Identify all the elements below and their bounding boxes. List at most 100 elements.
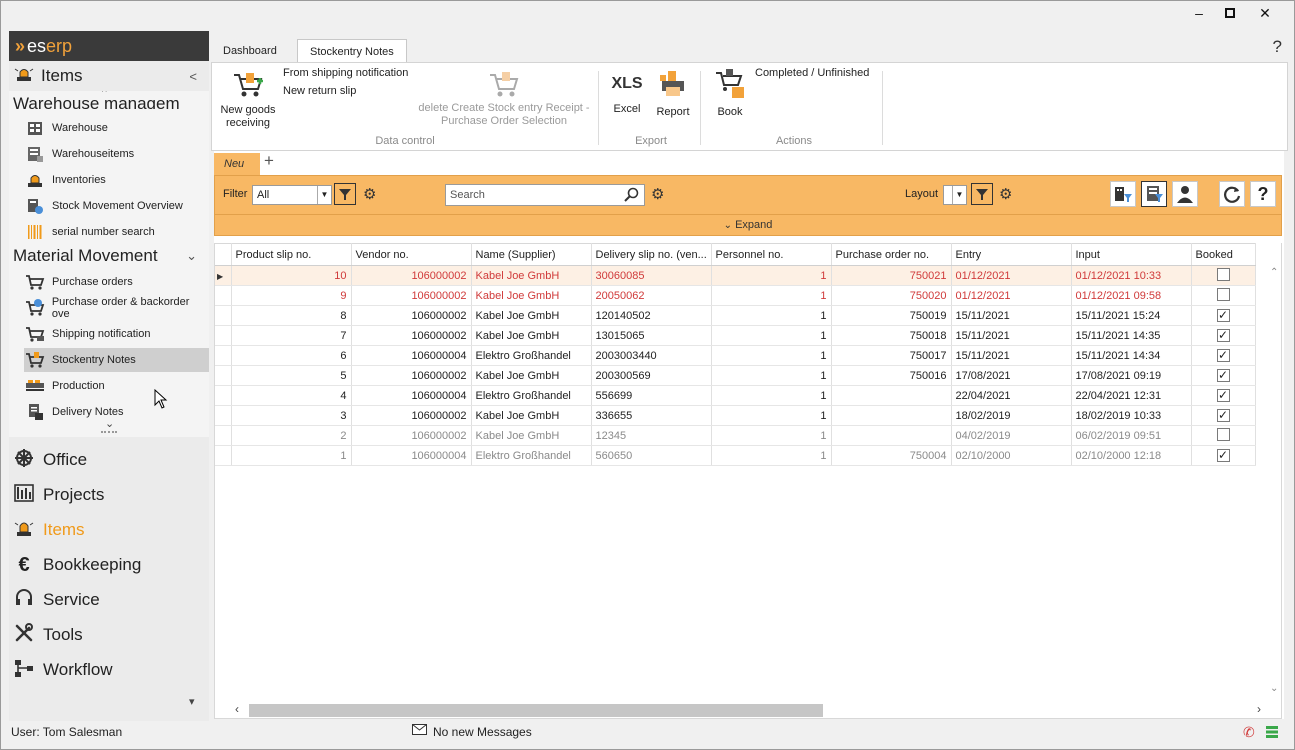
minimize-button[interactable]: – <box>1184 3 1214 23</box>
row-indicator[interactable] <box>215 325 232 346</box>
table-cell[interactable]: 01/12/2021 <box>951 265 1072 286</box>
row-indicator[interactable] <box>215 345 232 366</box>
booked-cell[interactable]: ✓ <box>1191 365 1256 386</box>
sidebar-item-purchase-order-backorder-ove[interactable]: Purchase order & backorder ove <box>24 296 209 320</box>
booked-checkbox[interactable] <box>1216 267 1230 281</box>
chevron-down-icon[interactable]: ▼ <box>317 186 331 204</box>
row-indicator[interactable] <box>215 305 232 326</box>
table-cell[interactable]: 336655 <box>591 405 712 426</box>
table-cell[interactable]: 106000002 <box>351 325 472 346</box>
table-cell[interactable]: 750018 <box>831 325 952 346</box>
new-goods-receiving-button[interactable]: New goods receiving <box>216 67 280 130</box>
sidebar-item-shipping-notification[interactable]: Shipping notification <box>24 322 209 346</box>
table-cell[interactable]: 15/11/2021 14:35 <box>1071 325 1192 346</box>
table-cell[interactable]: 30060085 <box>591 265 712 286</box>
warehouse-filter-button[interactable] <box>1141 181 1167 207</box>
sidebar-item-stockentry-notes[interactable]: Stockentry Notes <box>24 348 209 372</box>
sidebar-item-purchase-orders[interactable]: Purchase orders <box>24 270 209 294</box>
tab-dashboard[interactable]: Dashboard <box>211 39 289 63</box>
table-cell[interactable]: 1 <box>711 305 832 326</box>
table-cell[interactable]: 1 <box>711 345 832 366</box>
row-indicator[interactable] <box>215 385 232 406</box>
table-cell[interactable]: 6 <box>231 345 352 366</box>
table-cell[interactable]: 750017 <box>831 345 952 366</box>
table-cell[interactable]: 1 <box>711 325 832 346</box>
horizontal-scroll-thumb[interactable] <box>249 704 823 717</box>
table-cell[interactable]: 2 <box>231 425 352 446</box>
scroll-left-arrow-icon[interactable]: ‹ <box>235 702 239 716</box>
vertical-scrollbar[interactable]: ⌃ ⌄ <box>1267 265 1283 701</box>
table-cell[interactable]: 1 <box>231 445 352 466</box>
table-cell[interactable]: 750021 <box>831 265 952 286</box>
table-cell[interactable]: 1 <box>711 425 832 446</box>
table-cell[interactable]: 3 <box>231 405 352 426</box>
view-tab-neu[interactable]: Neu <box>214 153 260 175</box>
table-cell[interactable]: 750004 <box>831 445 952 466</box>
horizontal-scrollbar[interactable]: ‹ › <box>231 701 1267 718</box>
search-input[interactable]: Search <box>445 184 645 206</box>
table-cell[interactable]: 750020 <box>831 285 952 306</box>
nav-office[interactable]: Office <box>13 443 209 477</box>
column-header[interactable]: Input <box>1071 243 1192 266</box>
table-cell[interactable]: 02/10/2000 12:18 <box>1071 445 1192 466</box>
table-cell[interactable]: 15/11/2021 <box>951 345 1072 366</box>
completed-unfinished-button[interactable]: Completed / Unfinished <box>755 67 869 79</box>
table-row[interactable]: 7 106000002 Kabel Joe GmbH 13015065 1 750018 1… <box>215 325 1256 346</box>
booked-cell[interactable] <box>1191 285 1256 306</box>
report-button[interactable]: Report <box>652 69 694 118</box>
table-cell[interactable]: 1 <box>711 385 832 406</box>
table-cell[interactable]: 10 <box>231 265 352 286</box>
booked-checkbox[interactable]: ✓ <box>1216 389 1230 402</box>
table-cell[interactable]: 1 <box>711 365 832 386</box>
table-cell[interactable]: 02/10/2000 <box>951 445 1072 466</box>
table-cell[interactable]: 15/11/2021 <box>951 325 1072 346</box>
sidebar-item-delivery-notes[interactable]: Delivery Notes <box>24 400 209 424</box>
search-settings-gear-icon[interactable]: ⚙ <box>651 185 664 203</box>
grid-help-button[interactable]: ? <box>1250 181 1276 207</box>
table-cell[interactable]: 106000002 <box>351 405 472 426</box>
table-cell[interactable]: Elektro Großhandel <box>471 345 592 366</box>
resize-grip[interactable] <box>101 431 117 433</box>
table-cell[interactable]: Elektro Großhandel <box>471 445 592 466</box>
sidebar-item-warehouseitems[interactable]: Warehouseitems <box>24 142 209 166</box>
row-indicator[interactable]: ▶ <box>215 265 232 286</box>
table-cell[interactable] <box>831 385 952 406</box>
table-cell[interactable]: 17/08/2021 <box>951 365 1072 386</box>
booked-checkbox[interactable]: ✓ <box>1216 409 1230 422</box>
expand-bar[interactable]: ⌄ Expand <box>214 215 1282 236</box>
table-cell[interactable]: 4 <box>231 385 352 406</box>
table-cell[interactable]: 7 <box>231 325 352 346</box>
nav-bookkeeping[interactable]: € Bookkeeping <box>13 548 209 582</box>
layout-filter-button[interactable] <box>971 183 993 205</box>
section-warehouse-management[interactable]: Warehouse managem <box>13 93 180 109</box>
table-cell[interactable]: 1 <box>711 265 832 286</box>
sidebar-header-items[interactable]: Items < <box>9 61 209 91</box>
nav-service[interactable]: Service <box>13 583 209 617</box>
table-row[interactable]: ▶ 10 106000002 Kabel Joe GmbH 30060085 1 75002… <box>215 265 1256 286</box>
table-cell[interactable]: Kabel Joe GmbH <box>471 325 592 346</box>
column-header[interactable]: Purchase order no. <box>831 243 952 266</box>
table-cell[interactable]: 01/12/2021 <box>951 285 1072 306</box>
table-cell[interactable]: 556699 <box>591 385 712 406</box>
tab-stockentry-notes[interactable]: Stockentry Notes <box>297 39 407 63</box>
sidebar-item-serial-number-search[interactable]: serial number search <box>24 220 209 244</box>
booked-checkbox[interactable] <box>1216 427 1230 441</box>
booked-cell[interactable]: ✓ <box>1191 305 1256 326</box>
row-indicator[interactable] <box>215 405 232 426</box>
nav-workflow[interactable]: Workflow <box>13 653 209 687</box>
table-cell[interactable]: Kabel Joe GmbH <box>471 305 592 326</box>
row-indicator[interactable] <box>215 285 232 306</box>
table-cell[interactable]: 20050062 <box>591 285 712 306</box>
user-filter-button[interactable] <box>1172 181 1198 207</box>
add-tab-button[interactable]: + <box>264 151 274 171</box>
row-indicator[interactable] <box>215 425 232 446</box>
refresh-button[interactable] <box>1219 181 1245 207</box>
table-cell[interactable]: Elektro Großhandel <box>471 385 592 406</box>
chevron-down-icon[interactable]: ▼ <box>952 186 966 204</box>
table-cell[interactable]: 18/02/2019 <box>951 405 1072 426</box>
sidebar-more-icon[interactable]: ▾ <box>189 695 195 708</box>
table-cell[interactable]: 15/11/2021 15:24 <box>1071 305 1192 326</box>
table-cell[interactable]: 13015065 <box>591 325 712 346</box>
table-cell[interactable]: 106000002 <box>351 305 472 326</box>
table-cell[interactable]: 750016 <box>831 365 952 386</box>
